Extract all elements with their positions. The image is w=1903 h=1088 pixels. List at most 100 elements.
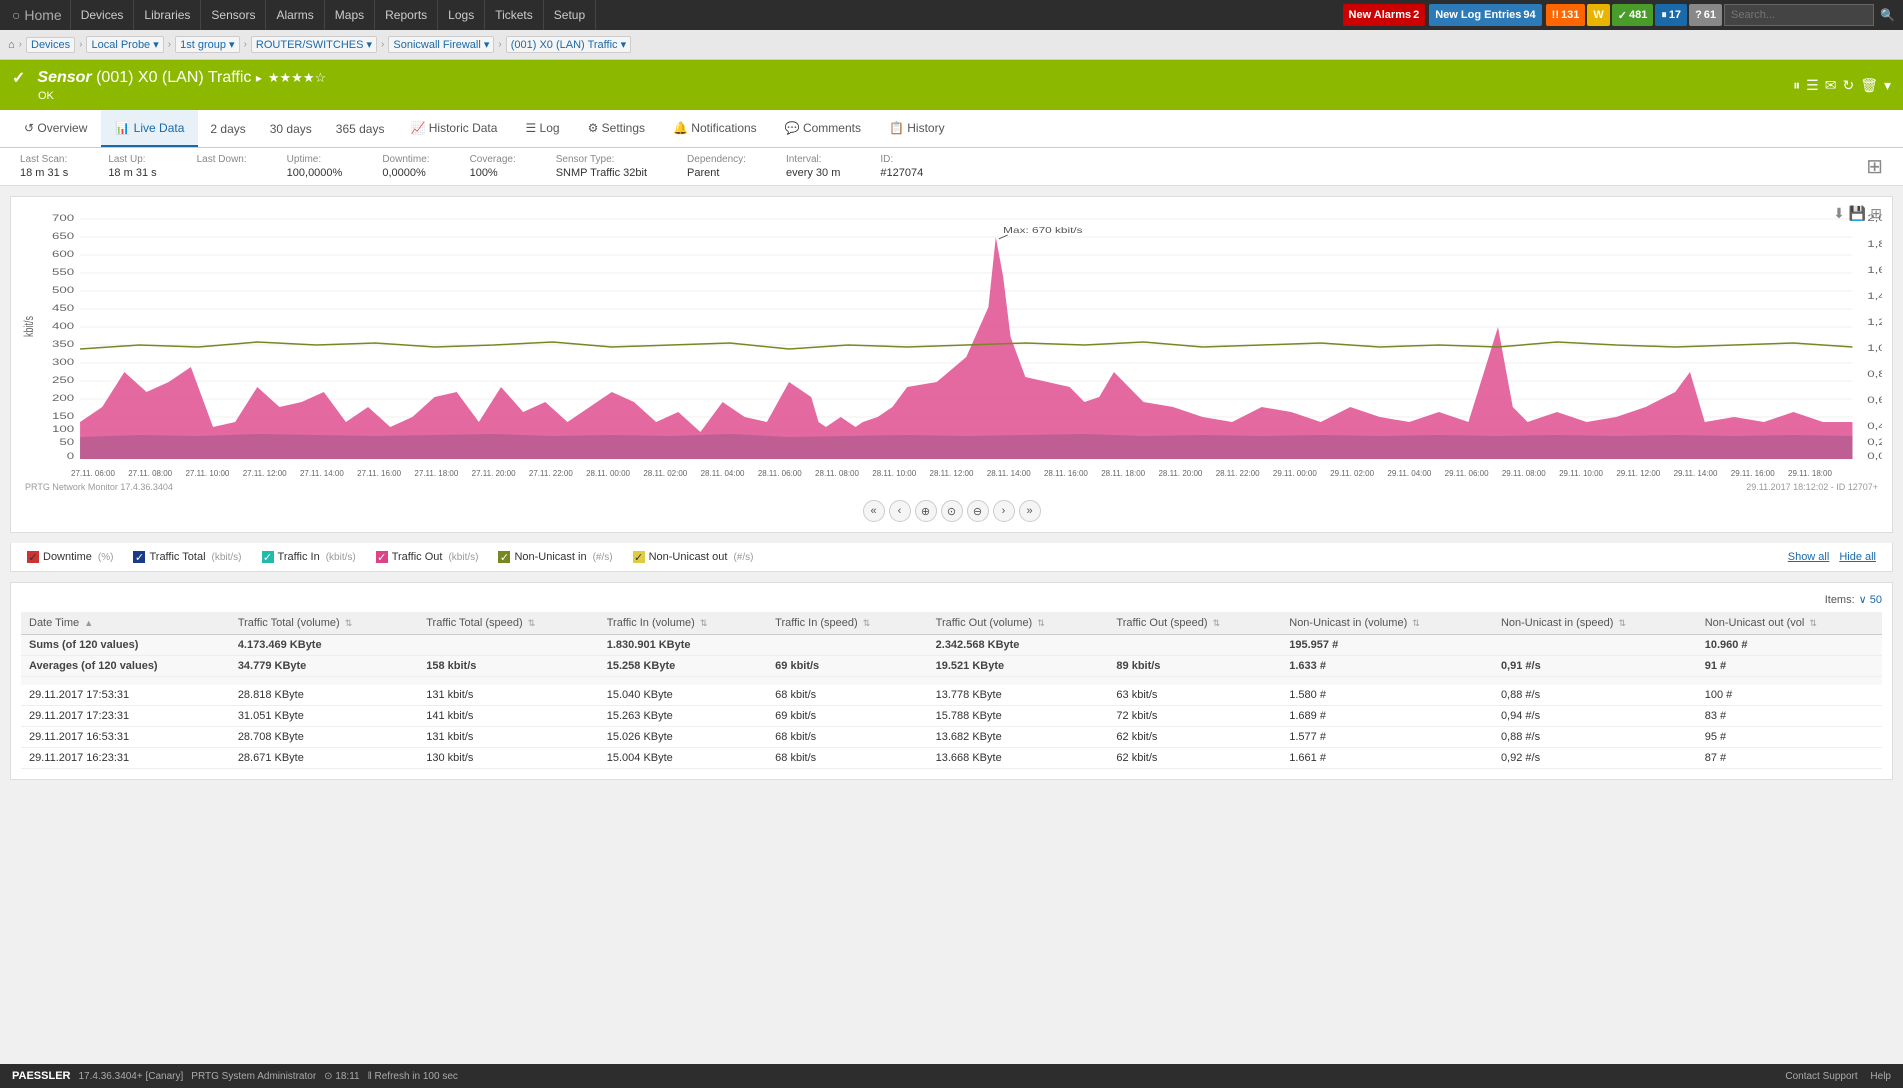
last-scan-info: Last Scan: 18 m 31 s [20,154,68,179]
items-dropdown[interactable]: ∨ 50 [1859,593,1882,606]
dependency-info: Dependency: Parent [687,154,746,179]
alert-area: New Alarms 2 New Log Entries 94 !! 131 W… [1343,4,1899,26]
tab-2days[interactable]: 2 days [198,110,257,147]
footer-right: Contact Support Help [1785,1071,1891,1082]
sensor-info-bar: Last Scan: 18 m 31 s Last Up: 18 m 31 s … [0,148,1903,186]
chart-nav-first[interactable]: « [863,500,885,522]
nav-libraries[interactable]: Libraries [134,0,201,30]
chart-nav-last[interactable]: » [1019,500,1041,522]
svg-text:#/s: #/s [1881,337,1882,349]
tab-history[interactable]: 📋 History [875,110,959,147]
svg-text:400: 400 [52,322,74,332]
nav-maps[interactable]: Maps [325,0,375,30]
svg-text:kbit/s: kbit/s [22,316,36,337]
more-button[interactable]: ▾ [1884,77,1891,94]
pause-button[interactable]: ⏸ [1793,77,1800,94]
chart-save-icon[interactable]: 💾 [1849,205,1866,222]
nav-reports[interactable]: Reports [375,0,438,30]
col-to-vol[interactable]: Traffic Out (volume) ⇅ [928,612,1109,635]
tab-notifications[interactable]: 🔔 Notifications [659,110,771,147]
hide-all-link[interactable]: Hide all [1839,551,1876,563]
search-icon[interactable]: 🔍 [1880,8,1895,22]
tab-30days[interactable]: 30 days [258,110,324,147]
tab-log[interactable]: ☰ Log [511,110,573,147]
legend-traffic-in-checkbox[interactable]: ✓ [262,551,274,563]
tab-comments[interactable]: 💬 Comments [771,110,875,147]
breadcrumb-router-switches[interactable]: ROUTER/SWITCHES ▾ [251,36,377,53]
chart-nav-reset[interactable]: ⊙ [941,500,963,522]
last-down-info: Last Down: [197,154,247,179]
nav-devices[interactable]: Devices [71,0,135,30]
search-input[interactable] [1724,4,1874,26]
legend-traffic-out-checkbox[interactable]: ✓ [376,551,388,563]
uptime-info: Uptime: 100,0000% [287,154,343,179]
breadcrumb-home[interactable]: ⌂ [8,39,15,51]
svg-text:1,8: 1,8 [1867,240,1882,250]
unknown-badge[interactable]: ? 61 [1689,4,1722,26]
tab-overview[interactable]: ↺ Overview [10,110,101,147]
table-row: 29.11.2017 16:53:31 28.708 KByte 131 kbi… [21,727,1882,748]
refresh-button[interactable]: ↻ [1842,77,1854,94]
chart-expand-icon[interactable]: ⊞ [1870,205,1882,222]
col-nuo-vol[interactable]: Non-Unicast out (vol ⇅ [1697,612,1882,635]
col-nui-vol[interactable]: Non-Unicast in (volume) ⇅ [1281,612,1493,635]
tab-365days[interactable]: 365 days [324,110,397,147]
col-datetime[interactable]: Date Time ▲ [21,612,230,635]
breadcrumb-sonicwall[interactable]: Sonicwall Firewall ▾ [388,36,494,53]
footer-help[interactable]: Help [1870,1071,1891,1082]
breadcrumb-devices[interactable]: Devices [26,37,75,53]
legend-traffic-total-checkbox[interactable]: ✓ [133,551,145,563]
legend-non-unicast-in: ✓ Non-Unicast in (#/s) [498,551,612,563]
tab-historic[interactable]: 📈 Historic Data [396,110,511,147]
show-all-link[interactable]: Show all [1788,551,1830,563]
col-to-spd[interactable]: Traffic Out (speed) ⇅ [1108,612,1281,635]
breadcrumb-local-probe[interactable]: Local Probe ▾ [86,36,163,53]
qr-icon[interactable]: ⊞ [1866,154,1883,179]
nav-alarms[interactable]: Alarms [266,0,324,30]
legend-links: Show all Hide all [1788,551,1876,563]
legend-downtime-checkbox[interactable]: ✓ [27,551,39,563]
critical-badge[interactable]: !! 131 [1546,4,1586,26]
chart-navigation: « ‹ ⊕ ⊙ ⊖ › » [21,500,1882,522]
nav-tickets[interactable]: Tickets [485,0,544,30]
col-tt-spd[interactable]: Traffic Total (speed) ⇅ [418,612,599,635]
new-log-badge[interactable]: New Log Entries 94 [1429,4,1541,26]
email-button[interactable]: ✉ [1825,77,1837,94]
sensor-stars[interactable]: ★★★★☆ [268,70,326,86]
nav-logs[interactable]: Logs [438,0,485,30]
breadcrumb-sensor[interactable]: (001) X0 (LAN) Traffic ▾ [506,36,631,53]
list-button[interactable]: ☰ [1806,77,1819,94]
col-ti-spd[interactable]: Traffic In (speed) ⇅ [767,612,927,635]
legend-non-unicast-in-checkbox[interactable]: ✓ [498,551,510,563]
chart-nav-prev[interactable]: ‹ [889,500,911,522]
new-alarms-badge[interactable]: New Alarms 2 [1343,4,1426,26]
chart-nav-zoom-out[interactable]: ⊖ [967,500,989,522]
svg-text:550: 550 [52,268,74,278]
col-nui-spd[interactable]: Non-Unicast in (speed) ⇅ [1493,612,1697,635]
nav-sensors[interactable]: Sensors [201,0,266,30]
nav-setup[interactable]: Setup [544,0,596,30]
interval-info: Interval: every 30 m [786,154,840,179]
tab-live-data[interactable]: 📊 Live Data [101,110,198,147]
breadcrumb-1st-group[interactable]: 1st group ▾ [175,36,239,53]
col-ti-vol[interactable]: Traffic In (volume) ⇅ [599,612,767,635]
home-logo[interactable]: ○ Home [4,0,71,30]
svg-text:0,2: 0,2 [1867,438,1882,448]
svg-text:350: 350 [52,340,74,350]
warning-badge[interactable]: W [1587,4,1609,26]
svg-text:500: 500 [52,286,74,296]
svg-text:Max: 670 kbit/s: Max: 670 kbit/s [1003,227,1082,236]
delete-button[interactable]: 🗑 [1860,77,1878,94]
tab-settings[interactable]: ⚙ Settings [574,110,659,147]
legend-downtime: ✓ Downtime (%) [27,551,113,563]
footer-contact[interactable]: Contact Support [1785,1071,1857,1082]
footer-time: ⊙ 18:11 [324,1071,359,1082]
chart-nav-zoom-in[interactable]: ⊕ [915,500,937,522]
chart-nav-next[interactable]: › [993,500,1015,522]
svg-text:1,0: 1,0 [1867,344,1882,354]
col-tt-vol[interactable]: Traffic Total (volume) ⇅ [230,612,418,635]
legend-non-unicast-out-checkbox[interactable]: ✓ [633,551,645,563]
pause-badge[interactable]: ⏸ 17 [1655,4,1687,26]
chart-download-icon[interactable]: ⬇ [1833,205,1845,222]
ok-badge[interactable]: ✓ 481 [1612,4,1654,26]
